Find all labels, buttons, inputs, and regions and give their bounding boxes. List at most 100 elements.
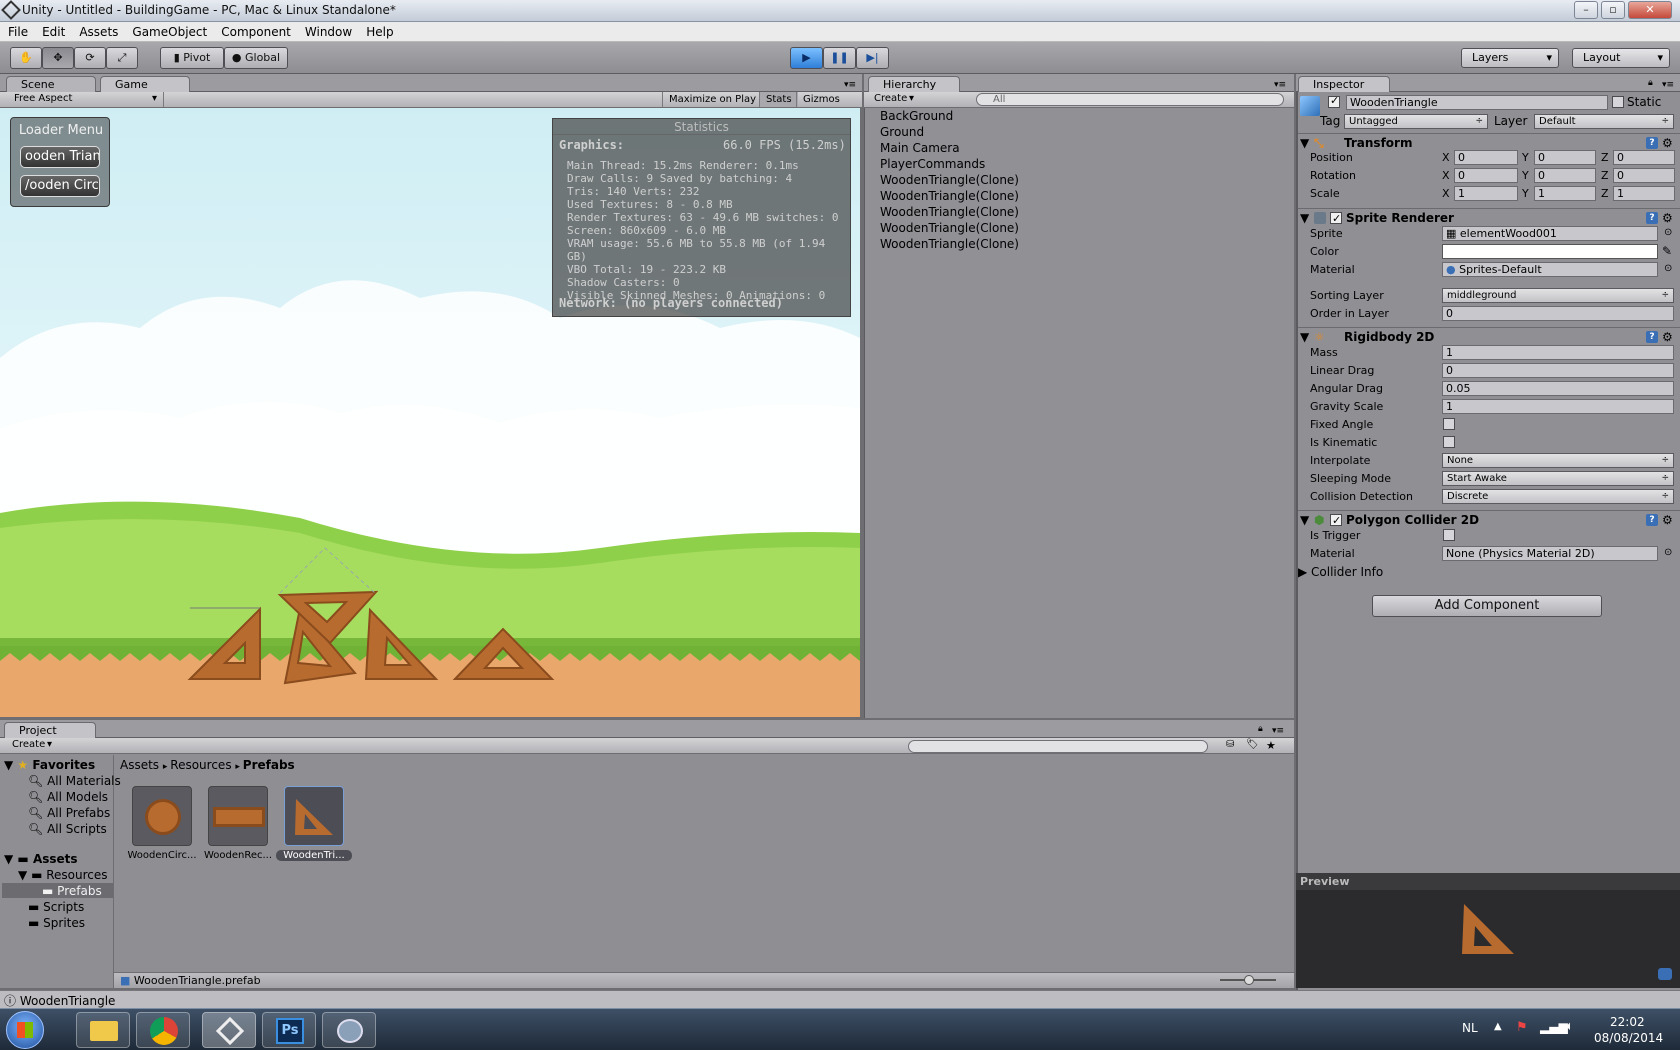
collider-material-field[interactable]: None (Physics Material 2D): [1442, 546, 1658, 561]
menu-help[interactable]: Help: [358, 22, 399, 39]
inspector-menu-icon[interactable]: ▾≡: [1662, 80, 1674, 90]
rotation-x-field[interactable]: 0: [1454, 168, 1518, 183]
rotation-z-field[interactable]: 0: [1613, 168, 1675, 183]
menu-window[interactable]: Window: [297, 22, 358, 39]
favorite-item[interactable]: 🔍︎ All Materials: [28, 774, 121, 788]
linear-drag-field[interactable]: 0: [1442, 363, 1674, 378]
position-y-field[interactable]: 0: [1534, 150, 1596, 165]
mass-field[interactable]: 1: [1442, 345, 1674, 360]
hierarchy-item[interactable]: WoodenTriangle(Clone): [880, 221, 1019, 235]
gear-icon[interactable]: ⚙: [1662, 209, 1673, 227]
fixed-angle-checkbox[interactable]: [1443, 418, 1455, 430]
maximize-button[interactable]: ▫: [1601, 1, 1625, 19]
tag-dropdown[interactable]: Untagged: [1344, 114, 1488, 129]
help-icon[interactable]: ?: [1646, 331, 1658, 343]
scale-tool-button[interactable]: ⤢: [106, 47, 138, 69]
active-checkbox[interactable]: [1328, 94, 1340, 108]
hierarchy-item[interactable]: Main Camera: [880, 141, 960, 155]
action-center-icon[interactable]: ⚑: [1516, 1020, 1528, 1035]
search-type-icon[interactable]: ⛁: [1226, 739, 1234, 750]
lock-icon[interactable]: 🔒︎: [1648, 78, 1653, 88]
global-toggle[interactable]: ● Global: [224, 47, 288, 69]
folder-resources[interactable]: ▼ ▬ Resources: [18, 868, 108, 882]
hierarchy-menu-icon[interactable]: ▾≡: [1274, 80, 1286, 90]
favorite-item[interactable]: 🔍︎ All Models: [28, 790, 108, 804]
menu-component[interactable]: Component: [213, 22, 297, 39]
step-button[interactable]: ▶|: [856, 47, 889, 69]
hand-tool-button[interactable]: ✋: [10, 47, 42, 69]
sprite-field[interactable]: ▦ elementWood001: [1442, 226, 1658, 241]
gear-icon[interactable]: ⚙: [1662, 328, 1673, 346]
collider-info-foldout[interactable]: ▶ Collider Info: [1298, 565, 1383, 579]
close-button[interactable]: ✕: [1628, 1, 1672, 19]
static-checkbox[interactable]: [1612, 96, 1624, 108]
volume-icon[interactable]: 🔈︎: [1566, 1019, 1574, 1034]
hierarchy-item[interactable]: WoodenTriangle(Clone): [880, 205, 1019, 219]
folder-scripts[interactable]: ▬ Scripts: [28, 900, 84, 914]
hierarchy-item[interactable]: PlayerCommands: [880, 157, 985, 171]
help-icon[interactable]: ?: [1646, 514, 1658, 526]
sprite-renderer-enabled-checkbox[interactable]: [1330, 210, 1342, 228]
scale-z-field[interactable]: 1: [1613, 186, 1675, 201]
collision-detection-dropdown[interactable]: Discrete: [1442, 489, 1674, 504]
slider-handle[interactable]: [1244, 975, 1254, 985]
assets-foldout[interactable]: ▼ ▬ Assets: [4, 852, 78, 866]
clock-time[interactable]: 22:02: [1610, 1015, 1645, 1029]
object-name-field[interactable]: WoodenTriangle: [1346, 95, 1608, 110]
network-icon[interactable]: ▂▄▆: [1540, 1020, 1568, 1034]
panel-menu-icon[interactable]: ▾≡: [844, 80, 856, 90]
polygon-collider-header[interactable]: ▼ ⬢ Polygon Collider 2D ? ⚙: [1298, 510, 1680, 530]
search-label-icon[interactable]: 🏷︎: [1246, 739, 1259, 750]
object-picker-icon[interactable]: ⊙: [1664, 227, 1672, 238]
tray-expand-icon[interactable]: ▲: [1494, 1021, 1502, 1032]
language-indicator[interactable]: NL: [1462, 1021, 1478, 1035]
object-picker-icon[interactable]: ⊙: [1664, 263, 1672, 274]
transform-header[interactable]: ▼ ⤡ Transform ? ⚙: [1298, 133, 1680, 151]
favorite-item[interactable]: 🔍︎ All Scripts: [28, 822, 107, 836]
preview-header[interactable]: Preview: [1296, 873, 1680, 890]
hierarchy-create-dropdown[interactable]: Create: [868, 92, 920, 107]
asset-wooden-rectangle[interactable]: [208, 786, 268, 846]
minimize-button[interactable]: –: [1574, 1, 1598, 19]
hierarchy-item[interactable]: BackGround: [880, 109, 953, 123]
project-search-input[interactable]: [908, 740, 1208, 753]
favorite-item[interactable]: 🔍︎ All Prefabs: [28, 806, 110, 820]
favorites-foldout[interactable]: ▼ ★ Favorites: [4, 758, 95, 772]
taskbar-unity[interactable]: [202, 1012, 256, 1048]
tab-project[interactable]: Project: [4, 722, 96, 738]
hierarchy-item[interactable]: WoodenTriangle(Clone): [880, 173, 1019, 187]
layout-dropdown[interactable]: Layout: [1572, 48, 1670, 68]
taskbar-app[interactable]: [322, 1012, 376, 1048]
scale-x-field[interactable]: 1: [1454, 186, 1518, 201]
breadcrumb-item[interactable]: Assets: [120, 758, 159, 772]
asset-wooden-circle[interactable]: [132, 786, 192, 846]
play-button[interactable]: ▶: [790, 47, 823, 69]
menu-file[interactable]: File: [0, 22, 34, 39]
angular-drag-field[interactable]: 0.05: [1442, 381, 1674, 396]
project-lock-icon[interactable]: 🔒︎: [1258, 724, 1263, 734]
layer-dropdown[interactable]: Default: [1534, 114, 1674, 129]
gear-icon[interactable]: ⚙: [1662, 511, 1673, 529]
tab-hierarchy[interactable]: Hierarchy: [868, 76, 960, 92]
gravity-scale-field[interactable]: 1: [1442, 399, 1674, 414]
preview-settings-icon[interactable]: [1658, 968, 1672, 980]
taskbar-photoshop[interactable]: Ps: [262, 1012, 316, 1048]
color-swatch[interactable]: [1442, 244, 1658, 259]
move-tool-button[interactable]: ✥: [42, 47, 74, 69]
game-view[interactable]: Loader Menu ooden Trian /ooden Circl Sta…: [0, 108, 860, 717]
rotate-tool-button[interactable]: ⟳: [74, 47, 106, 69]
spawn-wooden-triangle-button[interactable]: ooden Trian: [20, 146, 100, 168]
taskbar-explorer[interactable]: [76, 1012, 130, 1048]
pivot-toggle[interactable]: ▮ Pivot: [160, 47, 224, 69]
stats-toggle[interactable]: Stats: [759, 92, 798, 107]
position-z-field[interactable]: 0: [1613, 150, 1675, 165]
material-field[interactable]: ● Sprites-Default: [1442, 262, 1658, 277]
object-picker-icon[interactable]: ⊙: [1664, 547, 1672, 558]
breadcrumb-item[interactable]: Prefabs: [243, 758, 295, 772]
folder-sprites[interactable]: ▬ Sprites: [28, 916, 85, 930]
help-icon[interactable]: ?: [1646, 137, 1658, 149]
rigidbody-header[interactable]: ▼ ⚛ Rigidbody 2D ? ⚙: [1298, 327, 1680, 345]
breadcrumb-item[interactable]: Resources: [170, 758, 231, 772]
eyedropper-icon[interactable]: ✎: [1662, 244, 1672, 258]
project-menu-icon[interactable]: ▾≡: [1272, 726, 1284, 736]
